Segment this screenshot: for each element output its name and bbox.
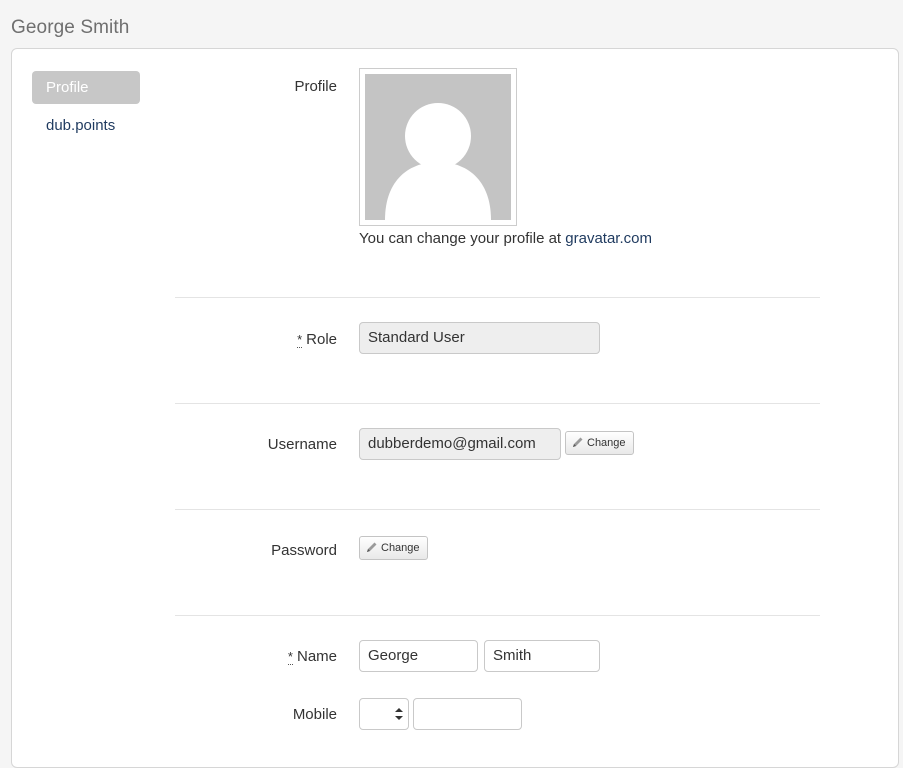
gravatar-hint: You can change your profile at gravatar.… [359,230,652,247]
mobile-label: Mobile [292,706,337,723]
password-label: Password [271,542,337,559]
sidebar-item-label: Profile [46,79,89,96]
profile-label: Profile [294,78,337,95]
pencil-icon [367,542,377,552]
divider [175,403,820,404]
role-label: * Role [167,331,337,348]
name-label: * Name [167,648,337,665]
change-password-button[interactable]: Change [359,536,428,560]
sidebar-item-profile[interactable]: Profile [32,71,140,104]
name-label-text: Name [296,648,337,665]
username-label: Username [267,436,337,453]
divider [175,509,820,510]
default-avatar-icon [365,74,511,220]
country-code-select[interactable] [359,698,409,730]
first-name-input[interactable]: George [359,640,478,672]
required-marker: * [287,649,293,665]
role-label-text: Role [306,331,337,348]
avatar [359,68,517,226]
required-marker: * [297,332,303,348]
change-password-label: Change [381,542,420,554]
last-name-input[interactable]: Smith [484,640,600,672]
sidebar-item-dub-points[interactable]: dub.points [32,109,140,142]
role-field: Standard User [359,322,600,354]
username-field: dubberdemo@gmail.com [359,428,561,460]
sidebar-item-label: dub.points [46,117,116,134]
divider [175,615,820,616]
change-username-button[interactable]: Change [565,431,634,455]
gravatar-hint-text: You can change your profile at [359,230,566,247]
mobile-number-input[interactable] [413,698,522,730]
page-title: George Smith [11,17,130,38]
change-username-label: Change [587,437,626,449]
divider [175,297,820,298]
gravatar-link[interactable]: gravatar.com [565,230,652,247]
profile-panel: Profile dub.points Profile You can chang… [11,48,899,768]
pencil-icon [573,437,583,447]
select-arrows-icon [395,708,403,720]
